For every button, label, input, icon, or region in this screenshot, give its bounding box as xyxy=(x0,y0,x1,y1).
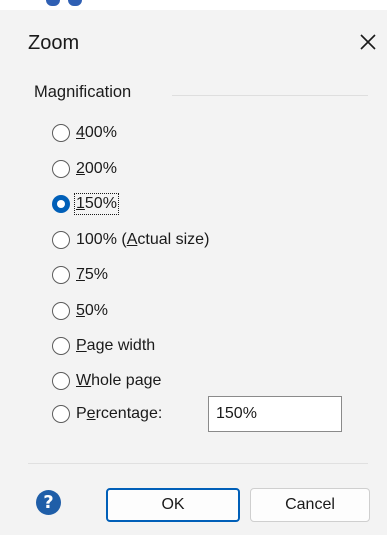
radio-button[interactable] xyxy=(52,231,70,249)
percentage-input[interactable] xyxy=(208,396,342,432)
zoom-dialog: Zoom Magnification 400% 200% 150% 100% (… xyxy=(0,0,387,535)
ok-button[interactable]: OK xyxy=(106,488,240,522)
radio-200[interactable]: 200% xyxy=(52,156,117,182)
background-blue-shape xyxy=(46,0,60,6)
radio-button[interactable] xyxy=(52,405,70,423)
radio-whole-page[interactable]: Whole page xyxy=(52,368,161,394)
radio-label: 150% xyxy=(74,193,119,215)
cancel-button[interactable]: Cancel xyxy=(250,488,370,522)
footer-separator xyxy=(28,463,368,464)
radio-label: Percentage: xyxy=(76,405,163,422)
radio-label: Whole page xyxy=(76,372,162,389)
radio-button[interactable] xyxy=(52,124,70,142)
radio-75[interactable]: 75% xyxy=(52,262,108,288)
radio-page-width[interactable]: Page width xyxy=(52,333,155,359)
radio-button[interactable] xyxy=(52,372,70,390)
radio-button[interactable] xyxy=(52,160,70,178)
radio-label: 50% xyxy=(76,302,109,319)
close-icon xyxy=(360,34,376,50)
title-bar: Zoom xyxy=(0,10,387,68)
radio-400[interactable]: 400% xyxy=(52,120,117,146)
help-icon: ? xyxy=(43,492,54,513)
background-blue-shape xyxy=(68,0,82,6)
magnification-group-label: Magnification xyxy=(34,83,136,102)
radio-label: 400% xyxy=(76,124,117,141)
radio-100-actual-size[interactable]: 100% (Actual size) xyxy=(52,227,209,253)
radio-button-selected[interactable] xyxy=(52,195,70,213)
radio-50[interactable]: 50% xyxy=(52,298,108,324)
close-button[interactable] xyxy=(352,24,384,60)
background-window-strip xyxy=(0,0,387,10)
radio-label: 75% xyxy=(76,266,109,283)
radio-button[interactable] xyxy=(52,337,70,355)
radio-label: 200% xyxy=(76,160,117,177)
help-button[interactable]: ? xyxy=(36,490,61,515)
radio-label: Page width xyxy=(76,337,156,354)
radio-button[interactable] xyxy=(52,302,70,320)
radio-label: 100% (Actual size) xyxy=(76,231,210,248)
group-divider xyxy=(172,95,368,96)
radio-percentage[interactable]: Percentage: xyxy=(52,401,162,427)
dialog-title: Zoom xyxy=(28,32,80,54)
radio-150[interactable]: 150% xyxy=(52,191,119,217)
radio-button[interactable] xyxy=(52,266,70,284)
